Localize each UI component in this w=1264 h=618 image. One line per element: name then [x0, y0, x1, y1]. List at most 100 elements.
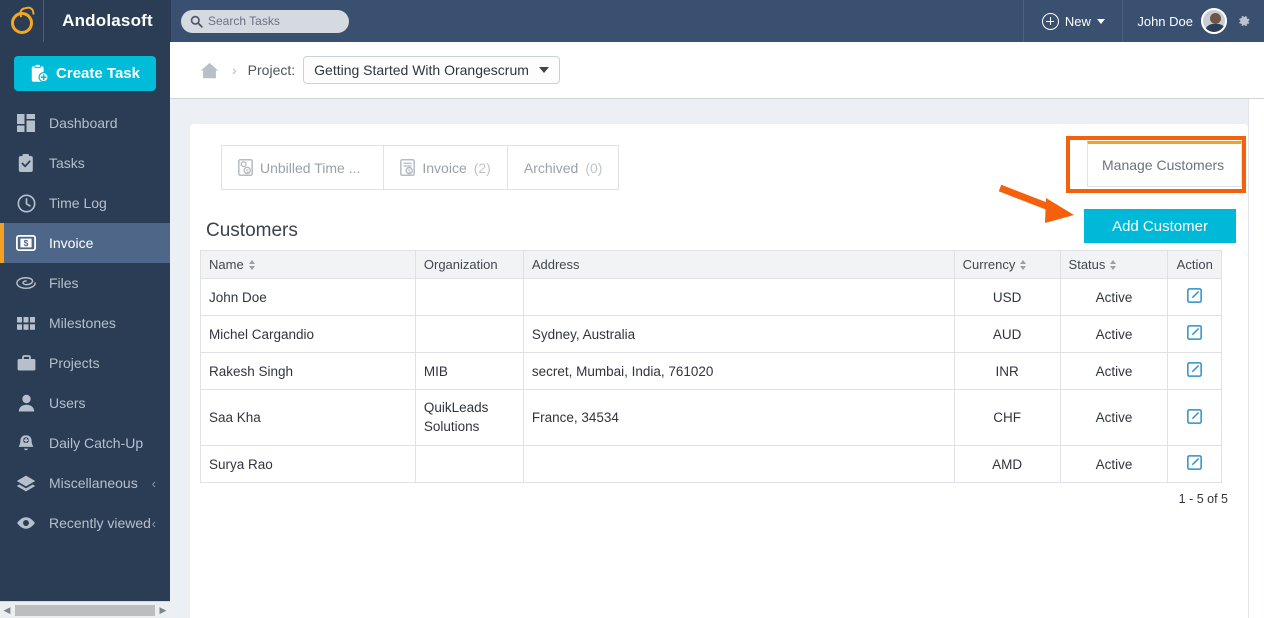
- sidebar-item-recently-viewed[interactable]: Recently viewed ‹: [0, 503, 170, 543]
- sidebar-item-label: Dashboard: [49, 115, 118, 131]
- cell-name: Rakesh Singh: [200, 352, 416, 390]
- sidebar-item-label: Milestones: [49, 315, 116, 331]
- cell-currency: AMD: [953, 445, 1061, 483]
- edit-icon[interactable]: [1187, 362, 1203, 377]
- logo[interactable]: [0, 0, 44, 42]
- tab-manage-customers[interactable]: Manage Customers: [1087, 141, 1242, 187]
- cell-address: Sydney, Australia: [522, 315, 955, 353]
- column-header-name[interactable]: Name: [200, 250, 416, 279]
- sidebar-item-invoice[interactable]: $ Invoice: [0, 223, 170, 263]
- customers-table: Name Organization Address Currency Statu: [200, 250, 1222, 483]
- sidebar-item-dashboard[interactable]: Dashboard: [0, 103, 170, 143]
- home-icon[interactable]: [200, 62, 219, 79]
- new-button[interactable]: New: [1023, 0, 1124, 42]
- sidebar: Create Task Dashboard Tasks Time Log $ I…: [0, 42, 170, 618]
- column-header-status[interactable]: Status: [1059, 250, 1169, 279]
- user-menu[interactable]: John Doe: [1123, 0, 1264, 42]
- cell-currency: CHF: [953, 389, 1061, 446]
- tab-label: Invoice: [422, 159, 467, 176]
- cell-address: [522, 278, 955, 316]
- column-header-currency[interactable]: Currency: [953, 250, 1061, 279]
- tab-unbilled-time[interactable]: $ Unbilled Time ...: [221, 145, 384, 190]
- app-root: Andolasoft New John Doe: [0, 0, 1264, 618]
- tab-label: Unbilled Time ...: [260, 159, 361, 176]
- edit-icon[interactable]: [1187, 455, 1203, 470]
- scrollbar-thumb[interactable]: [15, 604, 155, 616]
- sidebar-item-time-log[interactable]: Time Log: [0, 183, 170, 223]
- edit-icon[interactable]: [1187, 325, 1203, 340]
- cell-currency: USD: [953, 278, 1061, 316]
- sort-arrows-icon[interactable]: [248, 259, 256, 271]
- chevron-left-icon[interactable]: ‹: [152, 516, 156, 531]
- sidebar-item-miscellaneous[interactable]: Miscellaneous ‹: [0, 463, 170, 503]
- breadcrumb-separator: ›: [232, 62, 237, 78]
- pagination-info: 1 - 5 of 5: [1178, 492, 1228, 506]
- paperclip-icon: [16, 273, 36, 293]
- grid-blocks-icon: [16, 313, 36, 333]
- svg-text:$: $: [408, 169, 411, 175]
- sidebar-item-users[interactable]: Users: [0, 383, 170, 423]
- sidebar-item-label: Projects: [49, 355, 100, 371]
- bell-plus-icon: [16, 433, 36, 453]
- cell-status: Active: [1059, 352, 1169, 390]
- plus-circle-icon: [1041, 12, 1059, 30]
- sidebar-item-files[interactable]: Files: [0, 263, 170, 303]
- cell-currency: INR: [953, 352, 1061, 390]
- chevron-down-icon: [1096, 18, 1105, 24]
- chevron-left-icon[interactable]: ‹: [152, 476, 156, 491]
- tab-archived[interactable]: Archived (0): [506, 145, 620, 190]
- layers-icon: [16, 473, 36, 493]
- sidebar-item-milestones[interactable]: Milestones: [0, 303, 170, 343]
- scroll-left-arrow-icon[interactable]: ◀: [0, 605, 14, 616]
- orangescrum-ring-icon: [10, 11, 33, 34]
- edit-icon[interactable]: [1187, 408, 1203, 424]
- page-title: Customers: [206, 220, 298, 241]
- manage-customers-highlight: Manage Customers: [1066, 136, 1246, 193]
- sidebar-item-tasks[interactable]: Tasks: [0, 143, 170, 183]
- chevron-down-icon: [538, 67, 549, 73]
- table-row: John Doe USD Active: [200, 278, 1222, 316]
- sidebar-horizontal-scrollbar[interactable]: ◀ ▶: [0, 601, 170, 618]
- edit-icon[interactable]: [1187, 288, 1203, 303]
- sidebar-item-label: Miscellaneous: [49, 475, 138, 491]
- column-header-organization[interactable]: Organization: [414, 250, 524, 279]
- brand-title: Andolasoft: [44, 0, 171, 42]
- sidebar-item-projects[interactable]: Projects: [0, 343, 170, 383]
- sort-arrows-icon[interactable]: [1020, 259, 1027, 271]
- cell-address: [522, 445, 955, 483]
- cell-organization: QuikLeads Solutions: [414, 389, 524, 446]
- eye-icon: [16, 513, 36, 533]
- column-header-action: Action: [1167, 250, 1222, 279]
- sort-arrows-icon[interactable]: [1110, 259, 1117, 271]
- search-area: [171, 0, 1023, 42]
- user-name: John Doe: [1137, 13, 1193, 29]
- column-label: Status: [1068, 257, 1106, 272]
- gear-icon[interactable]: [1235, 13, 1252, 30]
- column-label: Address: [531, 257, 580, 272]
- search-icon: [190, 15, 203, 28]
- search-box[interactable]: [181, 9, 349, 33]
- column-label: Action: [1176, 257, 1213, 272]
- column-label: Name: [209, 257, 244, 272]
- column-header-address[interactable]: Address: [522, 250, 955, 279]
- cell-status: Active: [1059, 445, 1169, 483]
- page-scrollbar-rail[interactable]: [1248, 99, 1264, 618]
- cell-name: Saa Kha: [200, 389, 416, 446]
- clock-icon: [16, 193, 36, 213]
- tab-label: Manage Customers: [1102, 157, 1225, 173]
- breadcrumb: › Project: Getting Started With Orangesc…: [170, 42, 1264, 99]
- search-input[interactable]: [208, 14, 338, 28]
- sidebar-item-label: Files: [49, 275, 79, 291]
- tab-invoice[interactable]: $ Invoice (2): [383, 145, 507, 190]
- invoice-tabs: $ Unbilled Time ... $ Invoice (2) Archiv…: [221, 145, 620, 190]
- cell-action: [1167, 278, 1222, 316]
- scroll-right-arrow-icon[interactable]: ▶: [156, 605, 170, 616]
- table-row: Rakesh Singh MIB secret, Mumbai, India, …: [200, 352, 1222, 390]
- create-task-label: Create Task: [56, 65, 140, 82]
- avatar[interactable]: [1201, 8, 1227, 34]
- create-task-button[interactable]: Create Task: [14, 56, 156, 91]
- sidebar-item-daily-catch-up[interactable]: Daily Catch-Up: [0, 423, 170, 463]
- briefcase-icon: [16, 353, 36, 373]
- project-selector[interactable]: Getting Started With Orangescrum: [303, 56, 560, 84]
- add-customer-button[interactable]: Add Customer: [1084, 209, 1236, 243]
